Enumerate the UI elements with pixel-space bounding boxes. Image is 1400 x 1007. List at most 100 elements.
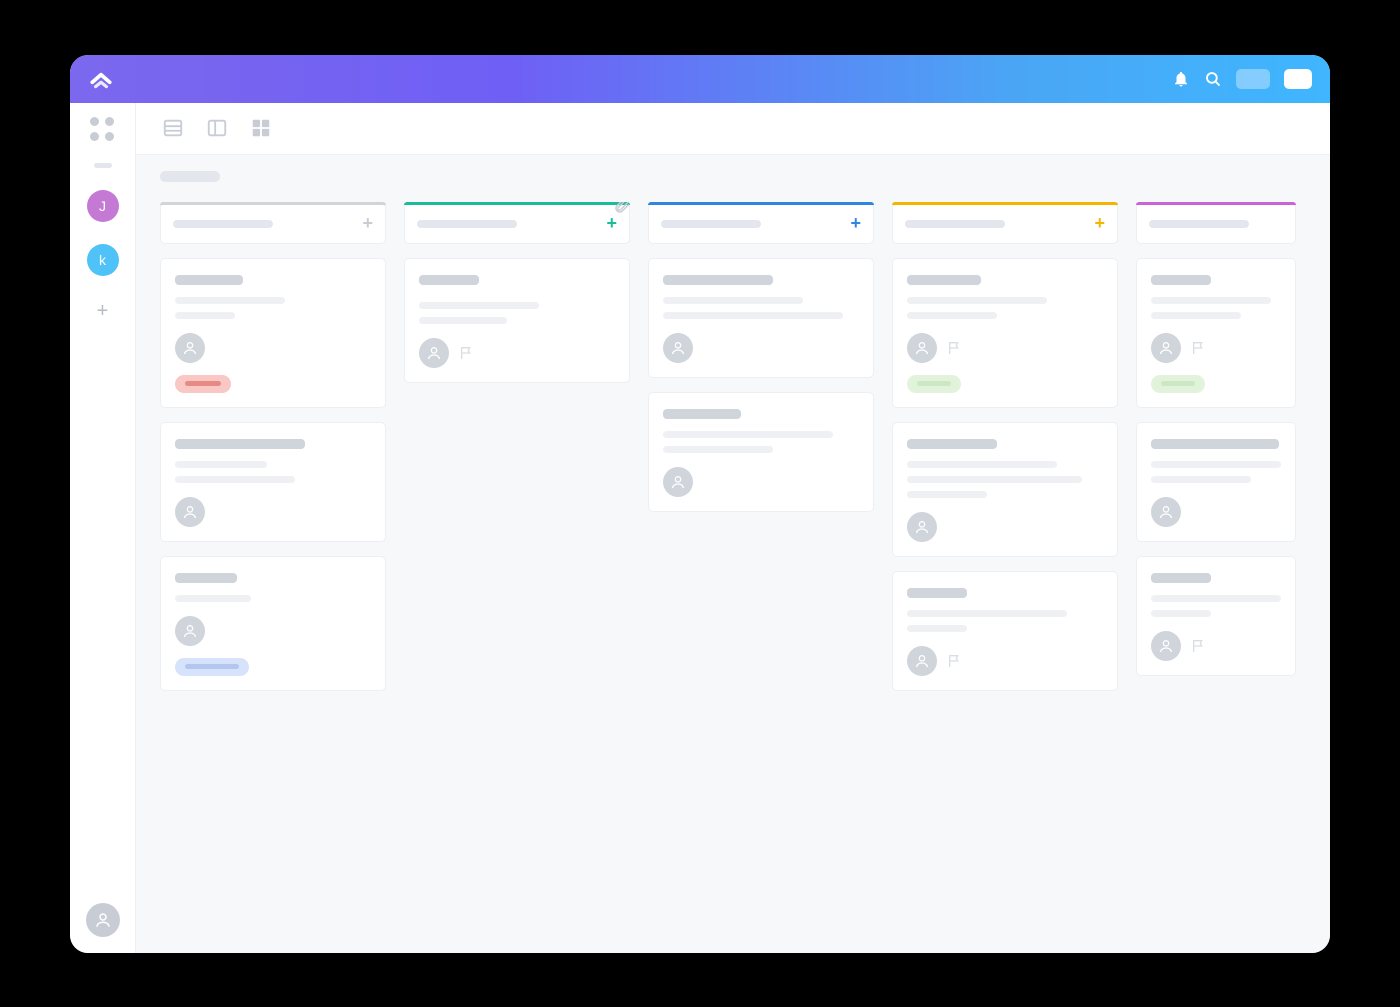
column-title [173, 220, 273, 228]
breadcrumb [160, 171, 220, 182]
assignee-avatar[interactable] [419, 338, 449, 368]
card-title [663, 409, 741, 419]
board-column: + [648, 202, 874, 924]
priority-flag-icon[interactable] [459, 345, 475, 361]
assignee-avatar[interactable] [1151, 497, 1181, 527]
main-content: + + + + [136, 103, 1330, 953]
assignee-avatar[interactable] [663, 467, 693, 497]
card-text-line [907, 491, 987, 498]
header-pill-1[interactable] [1236, 69, 1270, 89]
priority-flag-icon[interactable] [1191, 638, 1207, 654]
card-tag[interactable] [175, 658, 249, 676]
assignee-avatar[interactable] [907, 512, 937, 542]
column-title [905, 220, 1005, 228]
card-meta-row [175, 497, 371, 527]
column-title [661, 220, 761, 228]
view-toolbar [136, 103, 1330, 155]
card-title [663, 275, 773, 285]
column-header[interactable] [1136, 202, 1296, 244]
card-meta-row [907, 512, 1103, 542]
card-text-line [663, 297, 803, 304]
card-meta-row [907, 333, 1103, 363]
card-title [907, 588, 967, 598]
card-meta-row [663, 333, 859, 363]
assignee-avatar[interactable] [663, 333, 693, 363]
column-title [417, 220, 517, 228]
list-view-icon[interactable] [160, 115, 186, 141]
column-header[interactable]: + [404, 202, 630, 244]
add-task-button[interactable]: + [362, 213, 373, 234]
card-tag[interactable] [1151, 375, 1205, 393]
task-card[interactable] [160, 556, 386, 691]
task-card[interactable] [892, 571, 1118, 691]
card-text-line [419, 317, 507, 324]
card-text-line [907, 297, 1047, 304]
assignee-avatar[interactable] [175, 616, 205, 646]
board-view-icon[interactable] [204, 115, 230, 141]
apps-grid-icon [90, 117, 116, 143]
card-meta-row [907, 646, 1103, 676]
add-task-button[interactable]: + [1094, 213, 1105, 234]
assignee-avatar[interactable] [175, 333, 205, 363]
card-text-line [907, 625, 967, 632]
priority-flag-icon[interactable] [947, 340, 963, 356]
card-text-line [663, 312, 843, 319]
card-text-line [907, 461, 1057, 468]
assignee-avatar[interactable] [1151, 631, 1181, 661]
profile-avatar[interactable] [86, 903, 120, 937]
assignee-avatar[interactable] [907, 646, 937, 676]
add-space-button[interactable]: + [87, 296, 119, 328]
column-header[interactable]: + [892, 202, 1118, 244]
add-task-button[interactable]: + [850, 213, 861, 234]
column-header[interactable]: + [648, 202, 874, 244]
task-card[interactable] [648, 392, 874, 512]
sidebar-divider [94, 163, 112, 168]
task-card[interactable] [892, 422, 1118, 557]
search-icon[interactable] [1204, 70, 1222, 88]
card-text-line [1151, 297, 1271, 304]
notifications-icon[interactable] [1172, 70, 1190, 88]
card-text-line [1151, 610, 1211, 617]
sidebar: J k + [70, 103, 136, 953]
assignee-avatar[interactable] [1151, 333, 1181, 363]
task-card[interactable] [160, 258, 386, 408]
task-card[interactable] [892, 258, 1118, 408]
card-meta-row [175, 333, 371, 363]
card-text-line [907, 476, 1082, 483]
box-view-icon[interactable] [248, 115, 274, 141]
column-header[interactable]: + [160, 202, 386, 244]
app-header [70, 55, 1330, 103]
card-text-line [663, 431, 833, 438]
board-column: + [160, 202, 386, 924]
task-card[interactable] [1136, 556, 1296, 676]
task-card[interactable] [404, 258, 630, 383]
card-text-line [175, 461, 267, 468]
assignee-avatar[interactable] [907, 333, 937, 363]
card-text-line [419, 302, 539, 309]
space-avatar-k[interactable]: k [87, 244, 119, 276]
priority-flag-icon[interactable] [1191, 340, 1207, 356]
assignee-avatar[interactable] [175, 497, 205, 527]
app-logo[interactable] [88, 66, 114, 92]
add-task-button[interactable]: + [606, 213, 617, 234]
sidebar-apps-button[interactable] [90, 117, 116, 143]
card-title [175, 275, 243, 285]
task-card[interactable] [1136, 258, 1296, 408]
priority-flag-icon[interactable] [947, 653, 963, 669]
header-pill-2[interactable] [1284, 69, 1312, 89]
card-title [419, 275, 479, 285]
board-columns: + + + + [160, 202, 1330, 944]
space-avatar-j[interactable]: J [87, 190, 119, 222]
task-card[interactable] [160, 422, 386, 542]
task-card[interactable] [1136, 422, 1296, 542]
card-tag[interactable] [907, 375, 961, 393]
card-tag[interactable] [175, 375, 231, 393]
column-title [1149, 220, 1249, 228]
card-meta-row [1151, 497, 1281, 527]
card-title [1151, 275, 1211, 285]
board-column [1136, 202, 1296, 924]
task-card[interactable] [648, 258, 874, 378]
board-area: + + + + [136, 155, 1330, 953]
card-text-line [175, 476, 295, 483]
card-title [175, 439, 305, 449]
